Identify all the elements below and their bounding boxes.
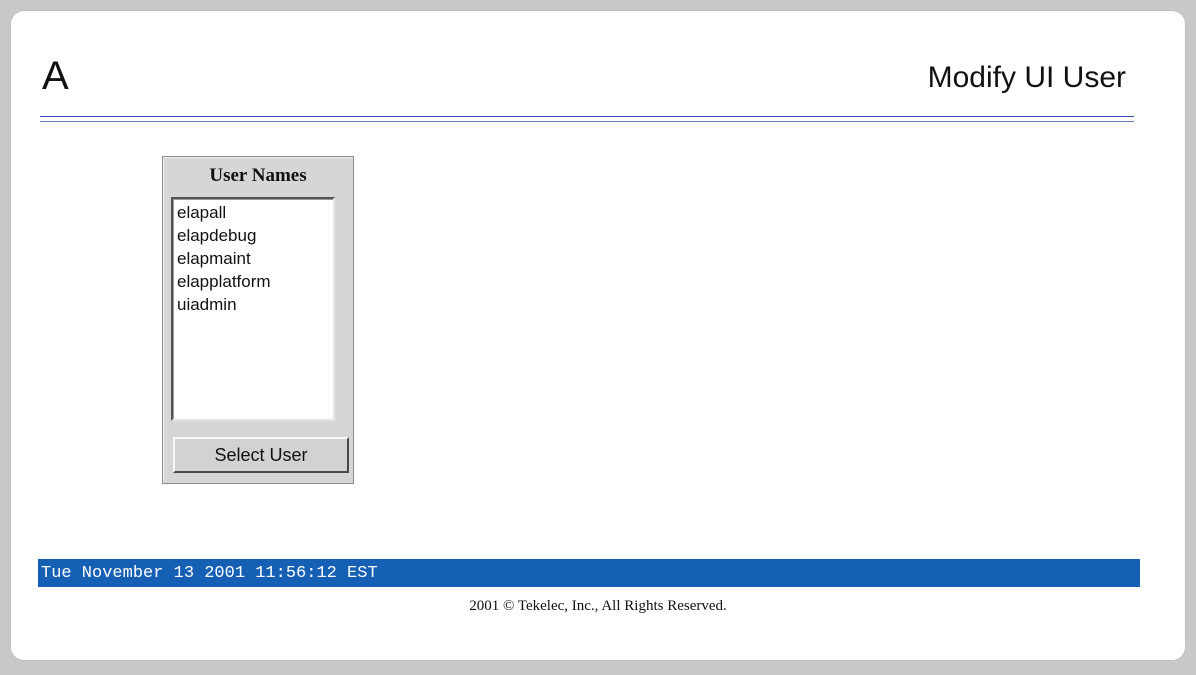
status-datetime: Tue November 13 2001 11:56:12 EST [41, 564, 378, 583]
page-frame: A Modify UI User User Names elapall elap… [10, 10, 1186, 661]
user-names-heading: User Names [209, 165, 307, 186]
user-select-form: User Names elapall elapdebug elapmaint e… [162, 156, 354, 484]
page-title: Modify UI User [927, 61, 1126, 94]
status-bar: Tue November 13 2001 11:56:12 EST [38, 559, 1140, 587]
page-header: A Modify UI User [40, 54, 1134, 122]
header-divider-secondary [40, 121, 1134, 122]
server-letter: A [42, 54, 69, 98]
user-option-elapdebug[interactable]: elapdebug [177, 224, 333, 247]
user-option-elapmaint[interactable]: elapmaint [177, 247, 333, 270]
header-divider [40, 116, 1134, 117]
user-option-elapplatform[interactable]: elapplatform [177, 270, 333, 293]
copyright-notice: 2001 © Tekelec, Inc., All Rights Reserve… [469, 598, 727, 614]
user-option-elapall[interactable]: elapall [177, 201, 333, 224]
user-names-listbox[interactable]: elapall elapdebug elapmaint elapplatform… [171, 197, 335, 421]
select-user-button[interactable]: Select User [173, 437, 349, 473]
user-option-uiadmin[interactable]: uiadmin [177, 293, 333, 316]
